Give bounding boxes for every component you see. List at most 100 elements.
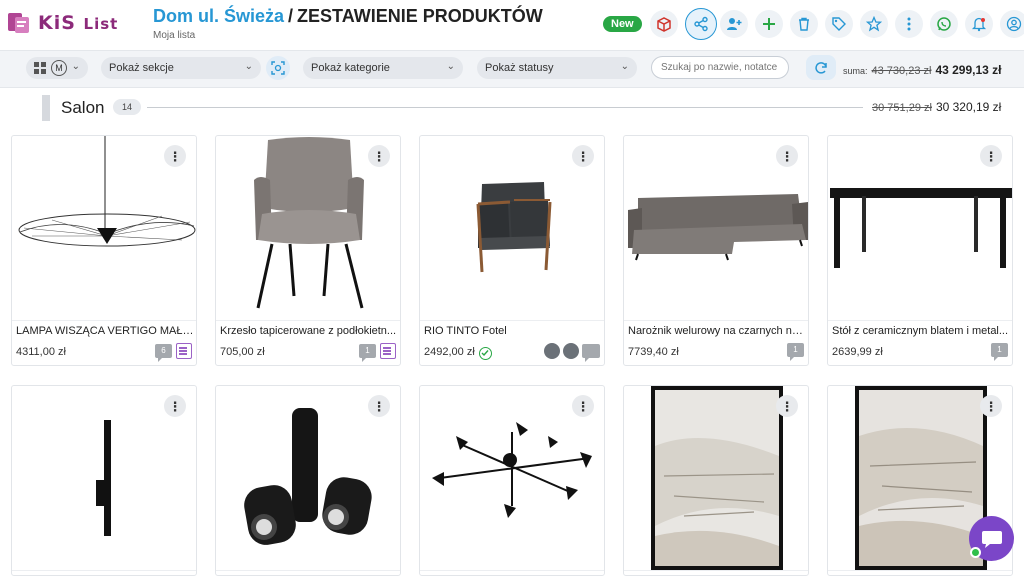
product-name[interactable]: RIO TINTO Fotel — [424, 325, 602, 337]
sum-new-value: 43 299,13 zł — [935, 63, 1002, 77]
product-price: 705,00 zł — [220, 346, 265, 358]
note-icon[interactable] — [380, 343, 396, 359]
statuses-filter-label: Pokaż statusy — [485, 62, 554, 74]
bell-icon[interactable] — [964, 10, 993, 38]
share-icon[interactable] — [684, 8, 717, 40]
comment-icon[interactable] — [582, 344, 600, 362]
product-name[interactable]: Krzesło tapicerowane z podłokietn... — [220, 325, 398, 337]
product-card[interactable]: ⋮ — [11, 385, 197, 576]
card-divider — [216, 570, 400, 571]
sum-old-value: 43 730,23 zł — [871, 65, 932, 77]
search-input[interactable] — [651, 56, 789, 79]
card-divider — [624, 320, 808, 321]
comment-icon[interactable]: 1 — [991, 343, 1008, 361]
list-subtitle: Moja lista — [153, 30, 196, 41]
product-price: 7739,40 zł — [628, 346, 679, 358]
product-price: 2639,99 zł — [832, 346, 883, 358]
section-count-badge: 14 — [113, 99, 141, 115]
note-icon[interactable] — [176, 343, 192, 359]
chevron-down-icon: ⌄ — [244, 61, 253, 72]
new-badge[interactable]: New — [603, 16, 642, 32]
card-divider — [216, 320, 400, 321]
product-card[interactable]: ⋮ Stół z ceramicznym blatem i metal... 2… — [827, 135, 1013, 366]
more-icon[interactable]: ⋮ — [164, 395, 186, 417]
section-title[interactable]: Salon — [61, 98, 104, 118]
add-user-icon[interactable] — [719, 10, 748, 38]
card-divider — [12, 320, 196, 321]
more-icon[interactable]: ⋮ — [980, 395, 1002, 417]
card-divider — [624, 570, 808, 571]
chat-icon — [981, 530, 1002, 548]
product-meta: 6 — [152, 343, 192, 362]
comment-icon[interactable]: 1 — [787, 343, 804, 361]
sections-filter-label: Pokaż sekcje — [109, 62, 174, 74]
app-header: KiS List Dom ul. Świeża / ZESTAWIENIE PROD… — [0, 0, 1024, 46]
product-price-value: 2492,00 zł — [424, 346, 475, 358]
section-divider — [147, 107, 863, 108]
status-ok-icon — [478, 346, 492, 360]
product-price: 2492,00 zł — [424, 346, 492, 360]
product-card[interactable]: ⋮ Krzesło tapicerowane z podłokietn... 7… — [215, 135, 401, 366]
product-price: 4311,00 zł — [16, 346, 66, 358]
logo-icon — [6, 9, 34, 37]
categories-filter-label: Pokaż kategorie — [311, 62, 390, 74]
page-title: ZESTAWIENIE PRODUKTÓW — [297, 6, 543, 26]
grid-icon — [34, 62, 46, 74]
sum-label: suma: — [843, 66, 868, 76]
delivery-icon[interactable] — [544, 343, 560, 359]
plus-icon[interactable] — [754, 10, 783, 38]
app-logo[interactable]: KiS List — [6, 9, 118, 37]
section-drag-handle[interactable] — [42, 95, 50, 121]
product-card[interactable]: ⋮ — [419, 385, 605, 576]
more-icon[interactable]: ⋮ — [572, 395, 594, 417]
more-icon[interactable]: ⋮ — [572, 145, 594, 167]
product-name[interactable]: Stół z ceramicznym blatem i metal... — [832, 325, 1010, 337]
product-name[interactable]: Narożnik welurowy na czarnych nó... — [628, 325, 806, 337]
comment-icon[interactable]: 6 — [155, 344, 172, 362]
product-meta: 1 — [356, 343, 396, 362]
product-card[interactable]: ⋮ — [623, 385, 809, 576]
refresh-icon[interactable] — [806, 55, 836, 80]
product-card[interactable]: ⋮ LAMPA WISZĄCA VERTIGO MAŁA ... 4311,00… — [11, 135, 197, 366]
more-icon[interactable] — [894, 10, 923, 38]
product-card[interactable]: ⋮ Narożnik welurowy na czarnych nó... 77… — [623, 135, 809, 366]
chevron-down-icon: ⌄ — [446, 61, 455, 72]
product-name[interactable]: LAMPA WISZĄCA VERTIGO MAŁA ... — [16, 325, 194, 337]
tag-icon[interactable] — [824, 10, 853, 38]
more-icon[interactable]: ⋮ — [368, 145, 390, 167]
cart-icon[interactable] — [563, 343, 579, 359]
card-divider — [420, 320, 604, 321]
card-divider — [12, 570, 196, 571]
user-icon[interactable] — [999, 10, 1024, 38]
product-card[interactable]: ⋮ — [215, 385, 401, 576]
statuses-filter[interactable]: Pokaż statusy ⌄ — [477, 57, 637, 79]
categories-filter[interactable]: Pokaż kategorie ⌄ — [303, 57, 463, 79]
header-toolbar: New — [603, 8, 1024, 40]
comment-icon[interactable]: 1 — [359, 344, 376, 362]
chevron-down-icon: ⌄ — [71, 61, 80, 72]
whatsapp-icon[interactable] — [929, 10, 958, 38]
sections-filter[interactable]: Pokaż sekcje ⌄ — [101, 57, 261, 79]
more-icon[interactable]: ⋮ — [980, 145, 1002, 167]
total-sum: suma: 43 730,23 zł 43 299,13 zł — [843, 63, 1002, 77]
more-icon[interactable]: ⋮ — [368, 395, 390, 417]
chevron-down-icon: ⌄ — [620, 61, 629, 72]
box-icon[interactable] — [649, 10, 678, 38]
more-icon[interactable]: ⋮ — [776, 395, 798, 417]
product-meta: 1 — [784, 343, 804, 361]
view-mode-select[interactable]: M ⌄ — [26, 57, 88, 79]
section-sum: 30 751,29 zł 30 320,19 zł — [872, 100, 1001, 114]
more-icon[interactable]: ⋮ — [776, 145, 798, 167]
view-size-label: M — [51, 60, 67, 76]
product-meta — [541, 343, 600, 362]
section-sum-new: 30 320,19 zł — [935, 100, 1002, 114]
scan-icon[interactable] — [266, 56, 290, 80]
product-card[interactable]: ⋮ RIO TINTO Fotel 2492,00 zł — [419, 135, 605, 366]
star-icon[interactable] — [859, 10, 888, 38]
project-name-link[interactable]: Dom ul. Świeża — [153, 6, 284, 26]
more-icon[interactable]: ⋮ — [164, 145, 186, 167]
title-separator: / — [288, 6, 294, 26]
page-title-block: Dom ul. Świeża / ZESTAWIENIE PRODUKTÓW Moj… — [153, 6, 543, 41]
trash-icon[interactable] — [789, 10, 818, 38]
card-divider — [828, 320, 1012, 321]
